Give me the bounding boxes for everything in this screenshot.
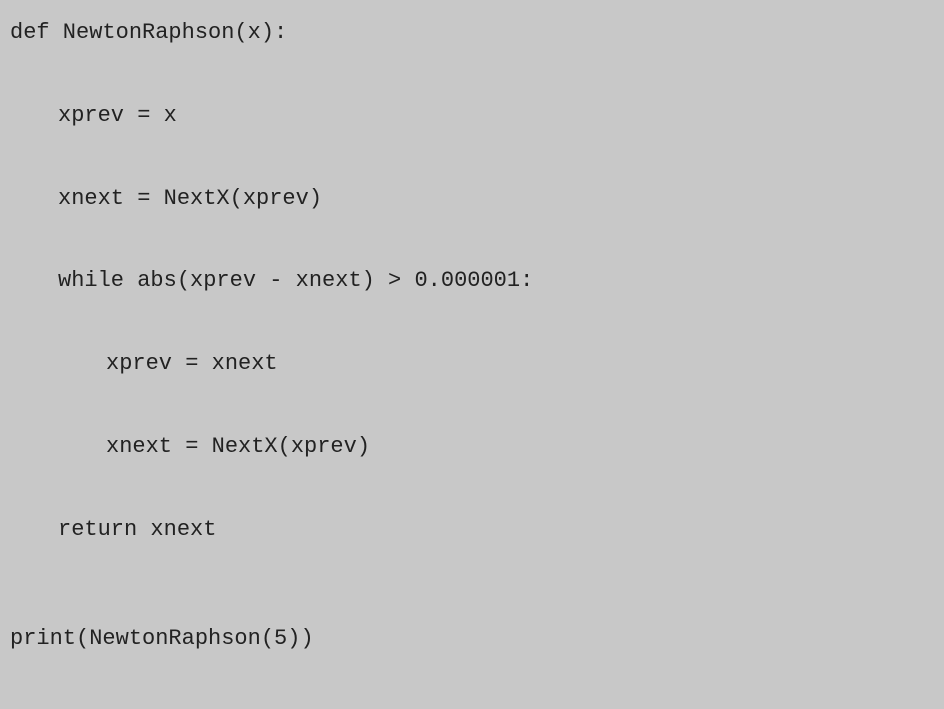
- code-line-while: while abs(xprev - xnext) > 0.000001:: [10, 268, 934, 294]
- code-line-assign-xnext: xnext = NextX(xprev): [10, 186, 934, 212]
- code-line-assign-xprev: xprev = x: [10, 103, 934, 129]
- code-line-def: def NewtonRaphson(x):: [10, 20, 934, 46]
- code-line-print: print(NewtonRaphson(5)): [10, 626, 934, 652]
- code-line-loop-xprev: xprev = xnext: [10, 351, 934, 377]
- code-line-return: return xnext: [10, 517, 934, 543]
- code-block: def NewtonRaphson(x): xprev = x xnext = …: [10, 20, 934, 709]
- code-line-loop-xnext: xnext = NextX(xprev): [10, 434, 934, 460]
